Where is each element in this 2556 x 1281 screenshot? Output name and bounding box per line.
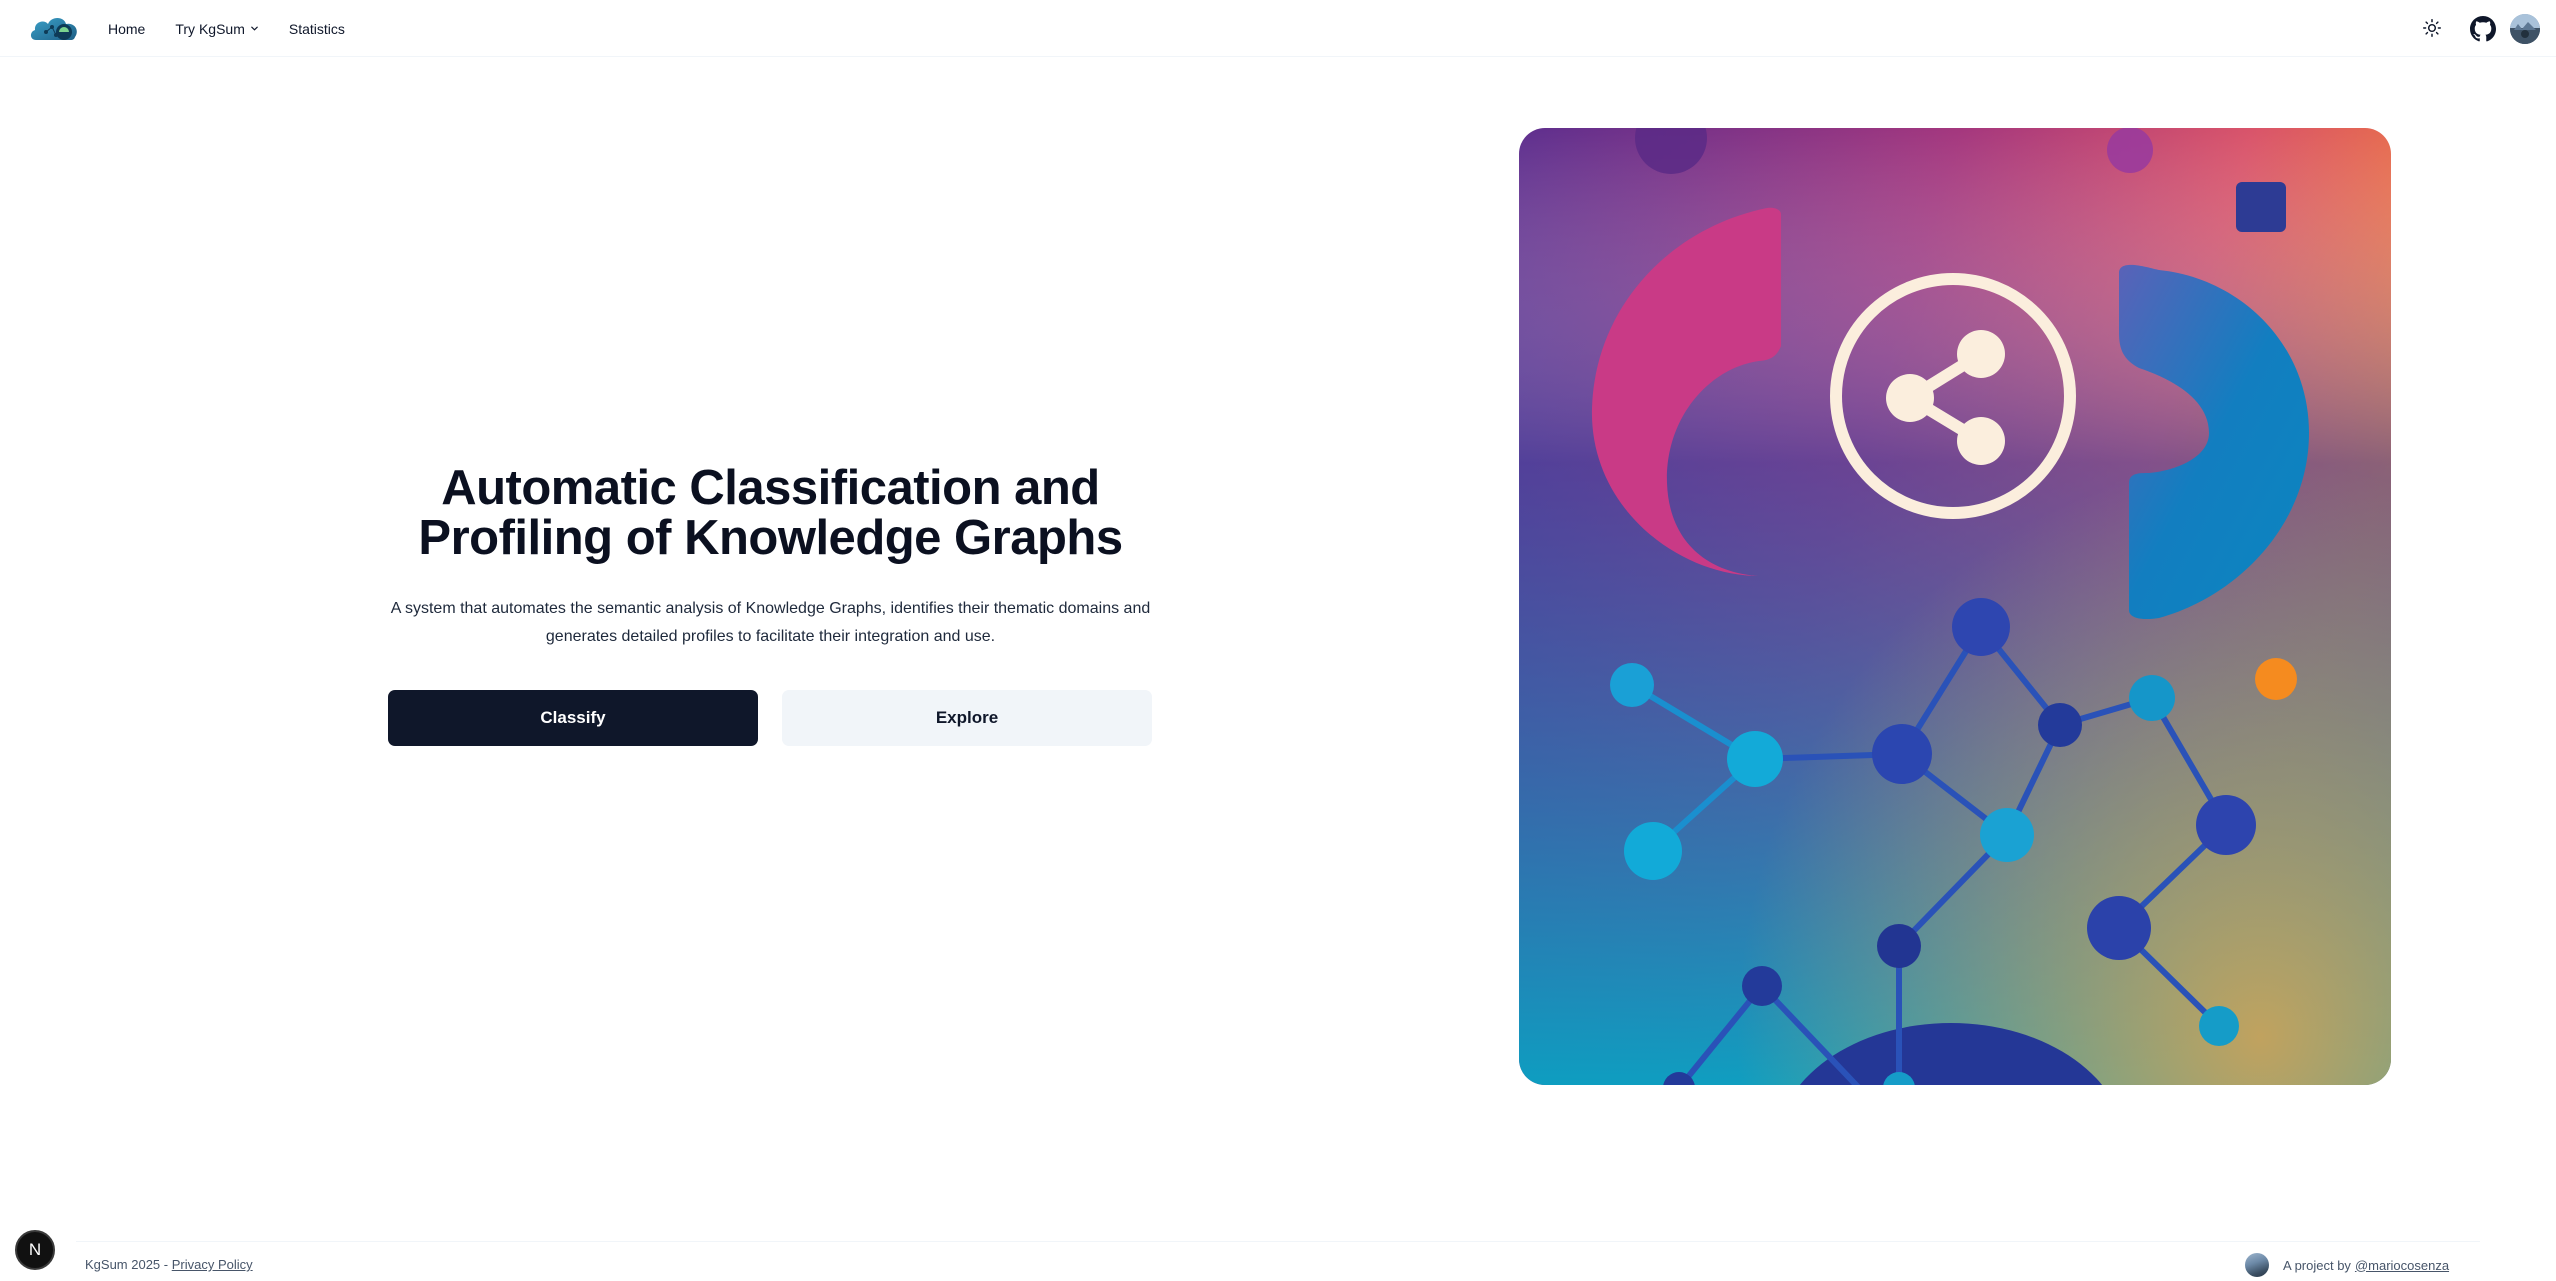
hero-description-line-1: A system that automates the semantic ana… <box>390 600 1151 617</box>
hero-description-line-2: generates detailed profiles to facilitat… <box>545 628 996 645</box>
hero-illustration <box>1519 128 2391 1085</box>
hero-description: A system that automates the semantic ana… <box>388 595 1153 651</box>
footer-copyright: KgSum 2025 - Privacy Policy <box>85 1257 253 1272</box>
project-by-text: A project by <box>2283 1257 2351 1273</box>
nextjs-badge-letter: N <box>28 1240 42 1259</box>
author-avatar <box>2245 1253 2269 1277</box>
nav-statistics-link[interactable]: Statistics <box>289 21 345 37</box>
privacy-policy-link[interactable]: Privacy Policy <box>172 1257 253 1272</box>
kgsum-logo[interactable] <box>28 10 82 46</box>
chevron-down-icon <box>251 26 258 31</box>
copyright-text: KgSum 2025 - <box>85 1257 172 1272</box>
avatar-image-icon <box>2510 14 2540 44</box>
sun-icon[interactable] <box>2421 17 2443 39</box>
nav-try-kgsum-label: Try KgSum <box>175 20 245 37</box>
explore-button[interactable]: Explore <box>782 690 1152 746</box>
nextjs-dev-badge-icon[interactable]: N <box>15 1230 55 1270</box>
author-link[interactable]: @mariocosenza <box>2355 1258 2449 1273</box>
nav-try-kgsum-dropdown[interactable]: Try KgSum <box>175 21 259 37</box>
github-icon[interactable] <box>2470 16 2496 42</box>
nav-home-link[interactable]: Home <box>108 21 145 37</box>
page-title-line-2: Profiling of Knowledge Graphs <box>418 511 1123 565</box>
footer-divider <box>76 1241 2480 1242</box>
top-navbar: Home Try KgSum Statistics <box>0 0 2556 57</box>
knowledge-graph-illustration <box>1519 128 2391 1085</box>
footer-credits: A project by @mariocosenza <box>2245 1253 2449 1277</box>
page-title: Automatic Classification and Profiling o… <box>388 463 1153 563</box>
classify-button[interactable]: Classify <box>388 690 758 746</box>
page-title-line-1: Automatic Classification and <box>441 461 1100 515</box>
main-nav: Home Try KgSum Statistics <box>108 0 375 57</box>
user-avatar[interactable] <box>2510 14 2540 44</box>
